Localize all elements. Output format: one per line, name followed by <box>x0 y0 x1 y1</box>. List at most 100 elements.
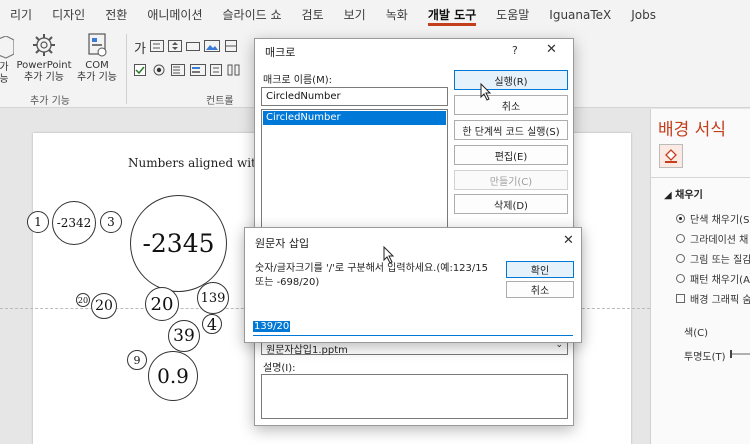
circled-number[interactable]: -2342 <box>52 201 96 245</box>
cancel-button[interactable]: 취소 <box>506 281 574 298</box>
circled-number[interactable]: 4 <box>202 314 222 334</box>
gear-icon <box>33 34 55 56</box>
gradient-fill-radio[interactable]: 그라데이션 채 <box>676 231 748 246</box>
description-box <box>261 374 568 419</box>
number-input[interactable]: 139/20 <box>253 321 573 336</box>
com-addins-label-2: 추가 기능 <box>77 72 117 83</box>
circled-number[interactable]: 20 <box>76 293 90 307</box>
color-label: 색(C) <box>684 328 708 339</box>
combobox-control-icon[interactable] <box>171 64 185 76</box>
tab-record[interactable]: 녹화 <box>376 0 418 30</box>
picture-fill-radio[interactable]: 그림 또는 질감 <box>676 251 750 266</box>
spin-control-icon[interactable] <box>168 40 182 52</box>
fill-section-label: 채우기 <box>675 190 703 201</box>
radio-icon <box>676 274 685 283</box>
transparency-slider[interactable] <box>728 349 750 359</box>
powerpoint-addins-button[interactable]: PowerPoint 추가 기능 <box>16 32 72 84</box>
circled-number[interactable]: 1 <box>27 211 49 233</box>
tab-design[interactable]: 디자인 <box>42 0 95 30</box>
ribbon-tab-bar: 리기 디자인 전환 애니메이션 슬라이드 쇼 검토 보기 녹화 개발 도구 도움… <box>0 0 750 30</box>
tab-developer[interactable]: 개발 도구 <box>418 0 486 30</box>
textbox-control-icon[interactable] <box>150 40 164 52</box>
tab-view[interactable]: 보기 <box>334 0 376 30</box>
pattern-fill-radio[interactable]: 패턴 채우기(A <box>676 271 750 286</box>
listbox-control-icon[interactable] <box>190 64 206 76</box>
fill-category-button[interactable] <box>659 144 683 168</box>
circled-number[interactable]: 139 <box>197 282 229 314</box>
ribbon-separator <box>126 34 127 104</box>
paint-bucket-icon <box>665 149 677 163</box>
com-addins-button[interactable]: COM 추가 기능 <box>74 32 120 84</box>
toggle-control-icon[interactable] <box>210 64 222 76</box>
circled-number[interactable]: 0.9 <box>148 351 198 401</box>
input-value: 139/20 <box>253 321 291 332</box>
tab-animations[interactable]: 애니메이션 <box>137 0 212 30</box>
scrollbar-control-icon[interactable] <box>225 40 237 52</box>
picture-fill-label: 그림 또는 질감 <box>690 255 750 266</box>
pane-title: 배경 서식 <box>658 120 726 140</box>
tab-review[interactable]: 검토 <box>292 0 334 30</box>
powerpoint-window: 리기 디자인 전환 애니메이션 슬라이드 쇼 검토 보기 녹화 개발 도구 도움… <box>0 0 750 444</box>
pane-divider <box>650 177 750 178</box>
solid-fill-radio[interactable]: 단색 채우기(S <box>676 211 749 226</box>
delete-button[interactable]: 삭제(D) <box>454 194 568 214</box>
input-dialog-title: 원문자 삽입 <box>255 237 310 250</box>
image-control-icon[interactable] <box>204 40 220 52</box>
circled-number[interactable]: 20 <box>91 293 117 319</box>
com-addins-label-1: COM <box>85 60 109 71</box>
hide-background-graphics-checkbox[interactable]: 배경 그래픽 숨 <box>676 291 750 306</box>
command-button-icon[interactable] <box>186 40 200 52</box>
tab-0[interactable]: 리기 <box>0 0 42 30</box>
com-addin-icon <box>88 33 107 57</box>
radio-selected-icon <box>676 214 685 223</box>
run-button[interactable]: 실행(R) <box>454 70 568 90</box>
transparency-label: 투명도(T) <box>684 352 726 363</box>
circled-number[interactable]: 20 <box>145 287 179 321</box>
addins-button[interactable]: 가 능 <box>0 36 14 86</box>
macro-location-value: 원문자삽입1.pptm <box>266 345 348 356</box>
gradient-fill-label: 그라데이션 채 <box>690 235 749 246</box>
tab-iguanatex[interactable]: IguanaTeX <box>539 0 621 30</box>
macro-dialog-title: 매크로 <box>265 46 296 59</box>
addins-label-1: 가 <box>0 62 9 73</box>
powerpoint-addins-label-1: PowerPoint <box>16 60 72 71</box>
hexagon-icon <box>0 36 14 59</box>
solid-fill-label: 단색 채우기(S <box>690 215 750 226</box>
cancel-button[interactable]: 취소 <box>454 95 568 115</box>
create-button: 만들기(C) <box>454 170 568 190</box>
group-label-addins: 추가 기능 <box>30 96 70 107</box>
mouse-cursor-icon <box>383 246 395 264</box>
circled-number[interactable]: 3 <box>100 211 122 233</box>
macro-list[interactable]: CircledNumber <box>261 109 448 229</box>
label-control-button[interactable]: 가 <box>134 38 146 57</box>
tab-transitions[interactable]: 전환 <box>95 0 137 30</box>
checkbox-icon <box>676 294 685 303</box>
edit-button[interactable]: 편집(E) <box>454 145 568 165</box>
circled-number[interactable]: 39 <box>168 320 200 352</box>
radio-icon <box>676 234 685 243</box>
tab-help[interactable]: 도움말 <box>486 0 539 30</box>
close-icon[interactable]: ✕ <box>563 233 574 248</box>
pattern-fill-label: 패턴 채우기(A <box>690 275 750 286</box>
checkbox-control-icon[interactable] <box>134 64 146 76</box>
addins-label-2: 능 <box>0 74 9 85</box>
radio-control-icon[interactable] <box>153 64 165 76</box>
tab-slideshow[interactable]: 슬라이드 쇼 <box>213 0 292 30</box>
slide-title[interactable]: Numbers aligned with <box>128 156 264 170</box>
macro-name-input[interactable]: CircledNumber <box>261 87 448 106</box>
tab-jobs[interactable]: Jobs <box>621 0 666 30</box>
more-controls-icon[interactable] <box>227 64 241 76</box>
step-into-button[interactable]: 한 단계씩 코드 실행(S) <box>454 120 568 140</box>
help-button[interactable]: ? <box>512 44 518 57</box>
radio-icon <box>676 254 685 263</box>
circled-number[interactable]: 9 <box>127 350 147 370</box>
macro-name-label: 매크로 이름(M): <box>263 75 332 86</box>
hide-background-label: 배경 그래픽 숨 <box>690 295 750 306</box>
list-item[interactable]: CircledNumber <box>263 111 446 125</box>
description-label: 설명(I): <box>263 363 296 374</box>
input-dialog: 원문자 삽입 ✕ 숫자/글자크기를 '/'로 구분해서 입력하세요.(예:123… <box>244 227 582 343</box>
circled-number[interactable]: -2345 <box>130 195 227 292</box>
close-icon[interactable]: ✕ <box>546 42 557 57</box>
fill-section-header[interactable]: ◢ 채우기 <box>664 186 703 201</box>
ok-button[interactable]: 확인 <box>506 261 574 278</box>
